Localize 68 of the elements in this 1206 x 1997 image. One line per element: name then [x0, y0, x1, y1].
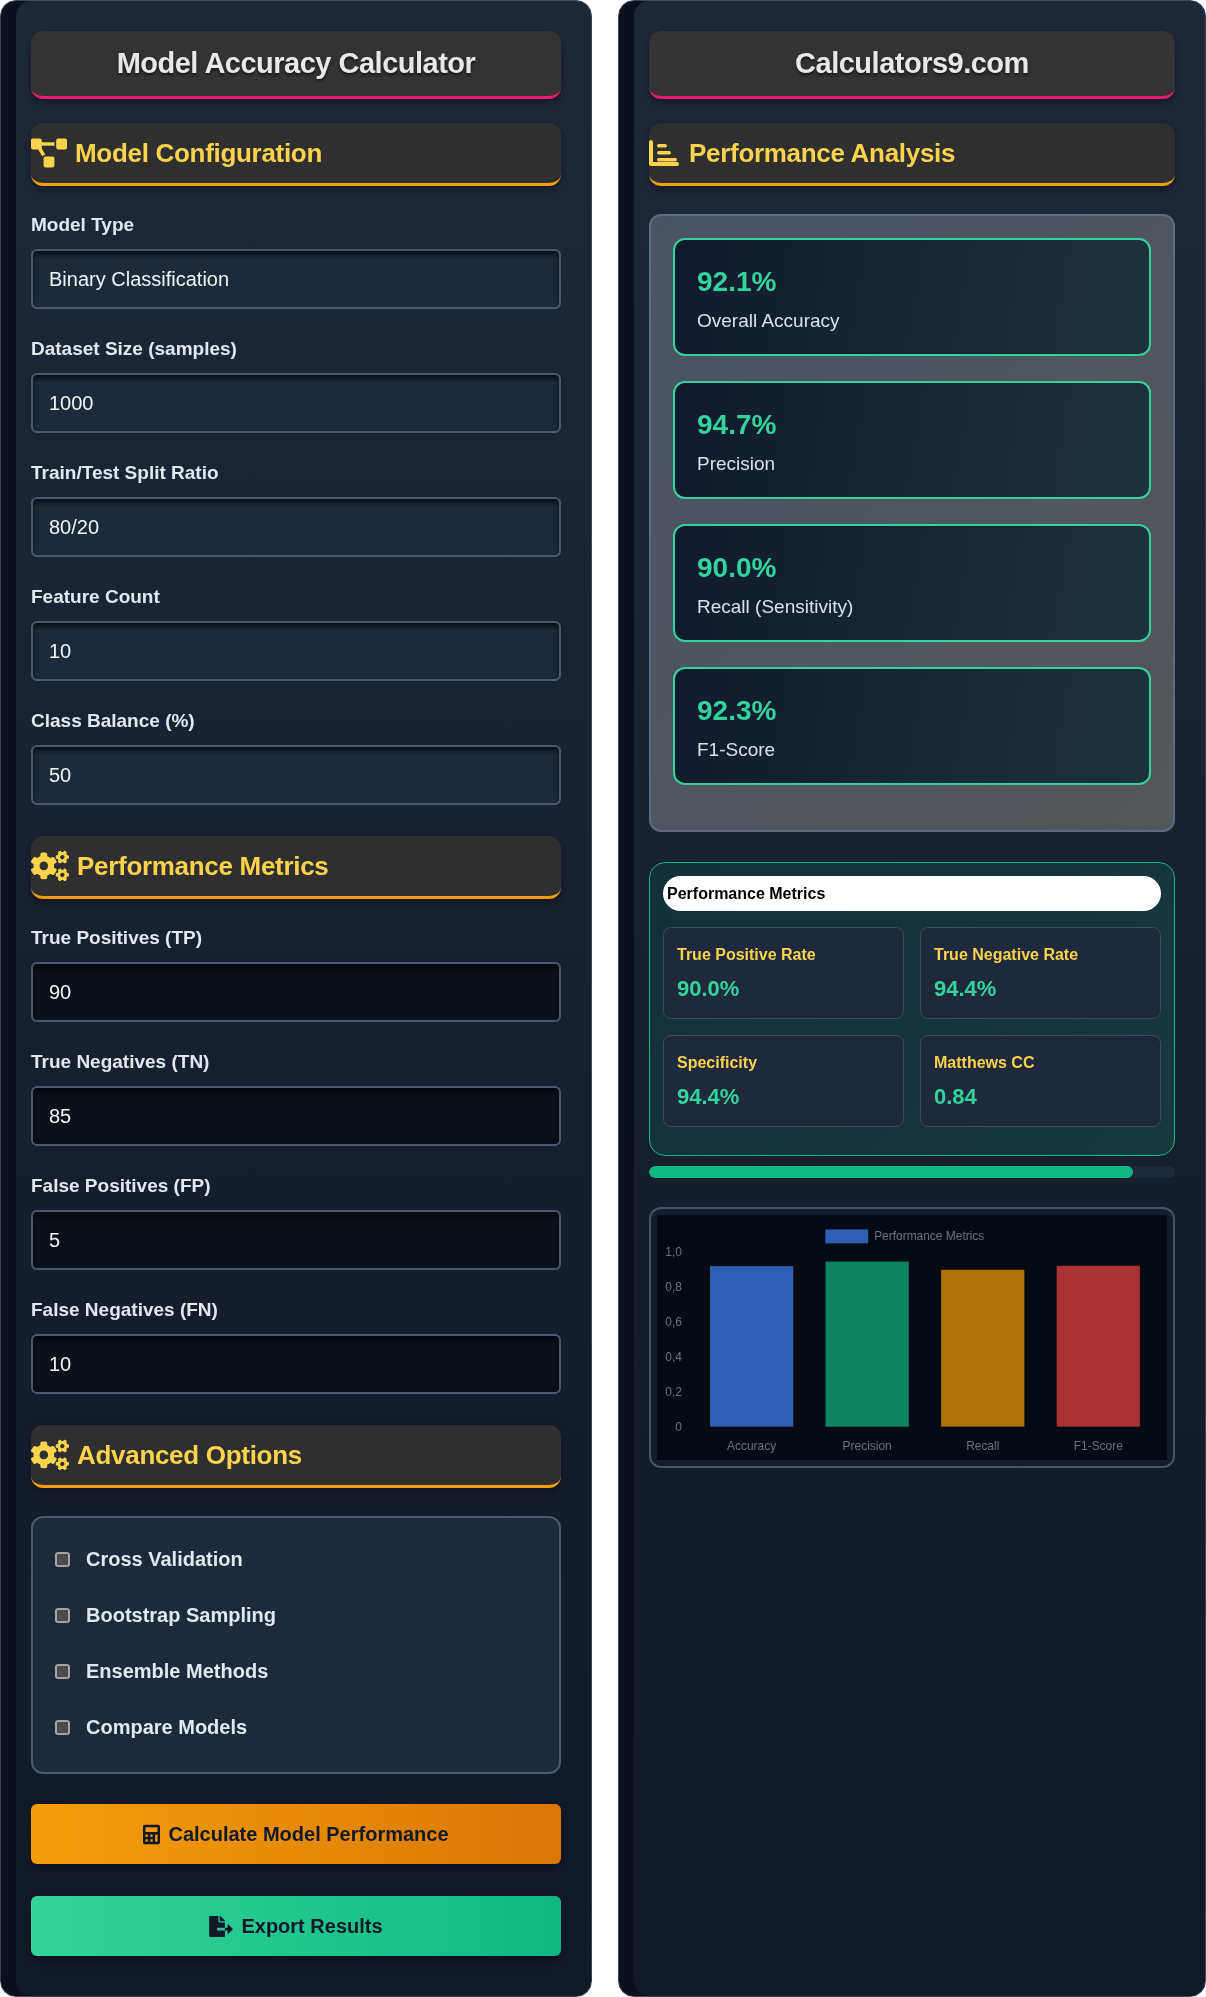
stat-value: 94.4% [677, 1084, 740, 1110]
axis-tick-label: 0,8 [665, 1280, 682, 1295]
metric-value: 94.7% [697, 409, 777, 441]
metric-label: Precision [697, 453, 776, 475]
section-title: Model Configuration [75, 136, 323, 170]
metric-label: Overall Accuracy [697, 310, 840, 332]
page-title: Model Accuracy Calculator [116, 45, 476, 81]
stat-value: 0.84 [934, 1084, 977, 1110]
field-label: True Positives (TP) [31, 926, 203, 950]
stat-label: Specificity [677, 1053, 758, 1073]
stat-value: 94.4% [934, 976, 997, 1002]
page-title: Calculators9.com [795, 45, 1029, 81]
text-field[interactable]: 80/20 [31, 497, 561, 557]
metrics-heading: Performance Metrics [663, 876, 1161, 911]
axis-tick-label: 0,2 [665, 1384, 682, 1399]
text-field[interactable]: 85 [31, 1086, 561, 1146]
metric-label: F1-Score [697, 739, 776, 761]
stat-label: Matthews CC [934, 1053, 1035, 1073]
file-export-icon [209, 1915, 234, 1937]
checkbox[interactable] [55, 1551, 70, 1567]
text-field[interactable]: 10 [31, 1334, 561, 1394]
text-field[interactable]: Binary Classification [31, 249, 561, 309]
field-label: Class Balance (%) [31, 709, 195, 733]
bar-chart-icon [649, 140, 679, 166]
axis-tick-label: 0 [675, 1419, 682, 1434]
text-field[interactable]: 1000 [31, 373, 561, 433]
checkbox[interactable] [55, 1607, 70, 1623]
metric-value: 92.3% [697, 695, 777, 727]
field-label: Train/Test Split Ratio [31, 461, 219, 485]
text-field[interactable]: 10 [31, 621, 561, 681]
calculate-button[interactable]: Calculate Model Performance [31, 1804, 561, 1864]
axis-category-label: Recall [966, 1438, 1000, 1453]
calculator-icon [143, 1823, 161, 1845]
section-title: Performance Metrics [77, 849, 329, 883]
field-label: True Negatives (TN) [31, 1050, 210, 1074]
checkbox-label[interactable]: Bootstrap Sampling [86, 1600, 276, 1630]
stat-label: True Positive Rate [677, 945, 816, 965]
text-field[interactable]: 90 [31, 962, 561, 1022]
gears-icon [31, 850, 69, 882]
gears-icon [31, 1439, 69, 1471]
axis-tick-label: 0,4 [665, 1349, 682, 1364]
field-label: False Positives (FP) [31, 1174, 211, 1198]
checkbox-label[interactable]: Cross Validation [86, 1544, 243, 1574]
text-field[interactable]: 5 [31, 1210, 561, 1270]
axis-category-label: Accuracy [727, 1438, 777, 1453]
text-field[interactable]: 50 [31, 745, 561, 805]
field-label: Dataset Size (samples) [31, 337, 237, 361]
legend-label: Performance Metrics [874, 1229, 985, 1244]
axis-tick-label: 1,0 [665, 1245, 682, 1260]
section-title: Performance Analysis [689, 136, 956, 170]
field-label: Model Type [31, 213, 135, 237]
metric-label: Recall (Sensitivity) [697, 596, 854, 618]
field-label: False Negatives (FN) [31, 1298, 218, 1322]
axis-category-label: Precision [842, 1438, 892, 1453]
axis-category-label: F1-Score [1073, 1438, 1123, 1453]
stat-label: True Negative Rate [934, 945, 1079, 965]
metric-value: 90.0% [697, 552, 777, 584]
diagram-icon [31, 138, 67, 168]
checkbox-label[interactable]: Ensemble Methods [86, 1656, 269, 1686]
field-label: Feature Count [31, 585, 160, 609]
checkbox[interactable] [55, 1719, 70, 1735]
axis-tick-label: 0,6 [665, 1315, 682, 1330]
checkbox-label[interactable]: Compare Models [86, 1712, 248, 1742]
metric-value: 92.1% [697, 266, 777, 298]
export-button[interactable]: Export Results [31, 1896, 561, 1956]
section-title: Advanced Options [77, 1438, 302, 1472]
checkbox[interactable] [55, 1663, 70, 1679]
stat-value: 90.0% [677, 976, 740, 1002]
